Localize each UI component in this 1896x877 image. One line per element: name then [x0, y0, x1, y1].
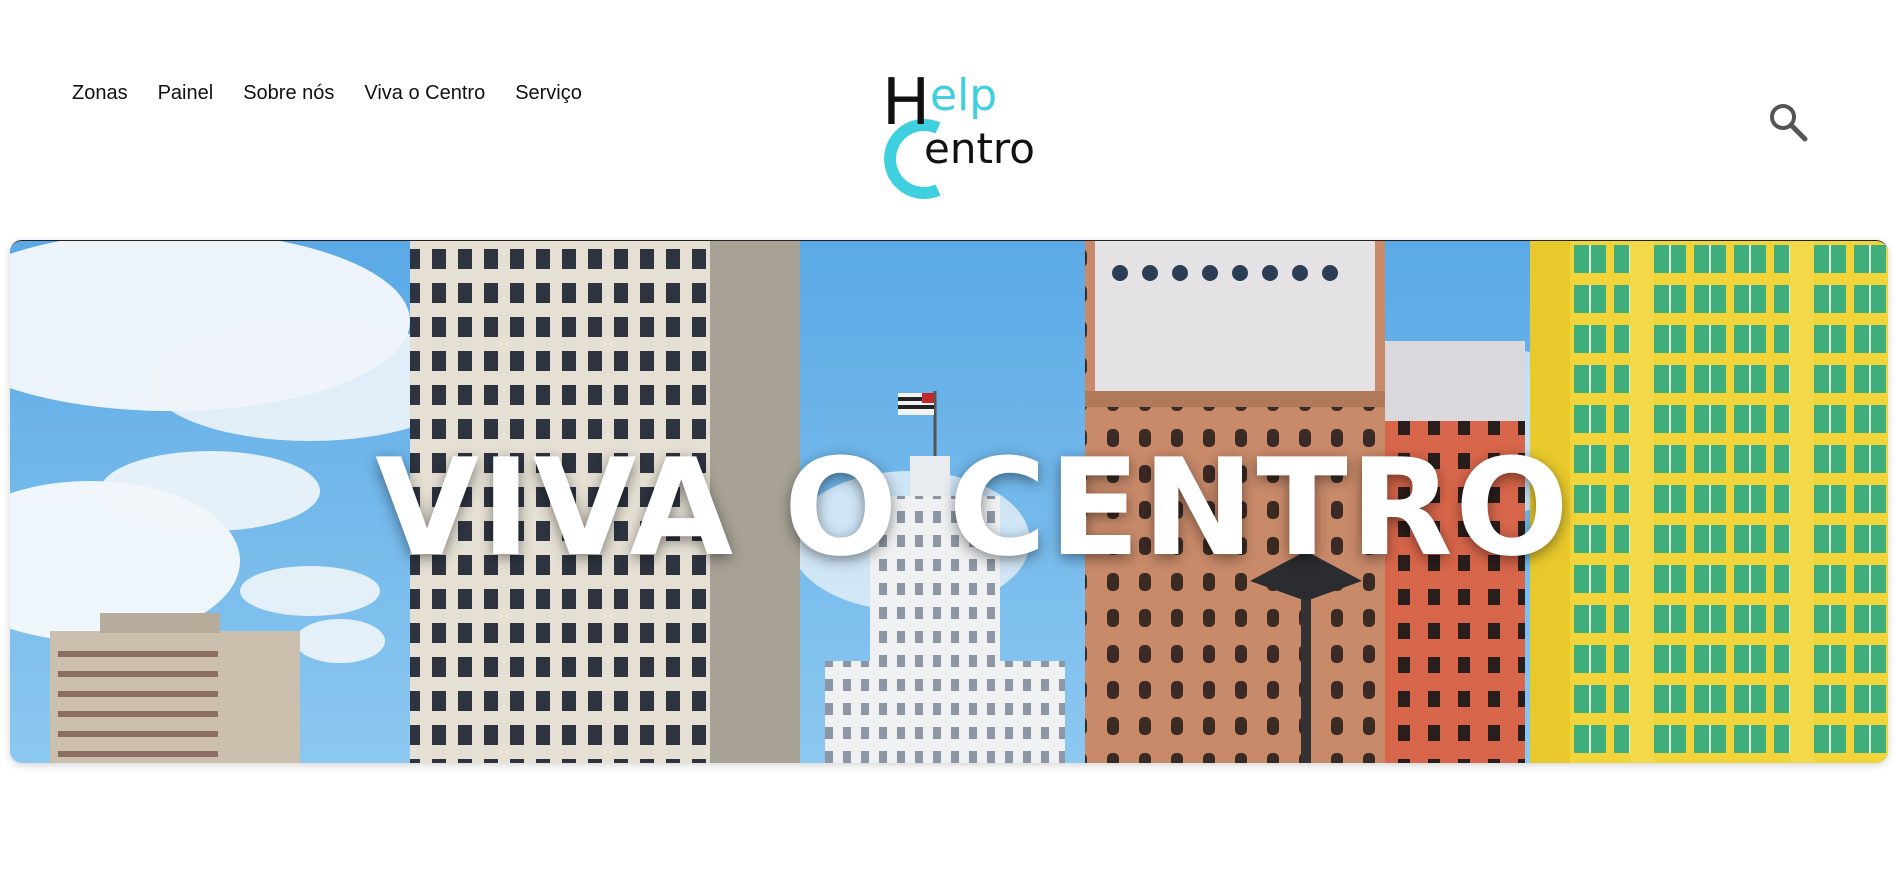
logo-entro: entro — [924, 124, 1035, 173]
search-button[interactable] — [1766, 100, 1810, 144]
nav-item-sobre-nos[interactable]: Sobre nós — [243, 82, 334, 105]
nav-item-zonas[interactable]: Zonas — [72, 82, 128, 105]
search-icon — [1770, 104, 1808, 142]
hero-banner: VIVA O CENTRO — [10, 240, 1888, 763]
nav-item-viva-o-centro[interactable]: Viva o Centro — [364, 82, 485, 105]
nav-item-servico[interactable]: Serviço — [515, 82, 582, 105]
help-centro-logo[interactable]: H elp C entro — [880, 66, 1040, 200]
hero-title: VIVA O CENTRO — [375, 430, 1571, 586]
main-nav: Zonas Painel Sobre nós Viva o Centro Ser… — [72, 82, 612, 105]
nav-item-painel[interactable]: Painel — [158, 82, 214, 105]
